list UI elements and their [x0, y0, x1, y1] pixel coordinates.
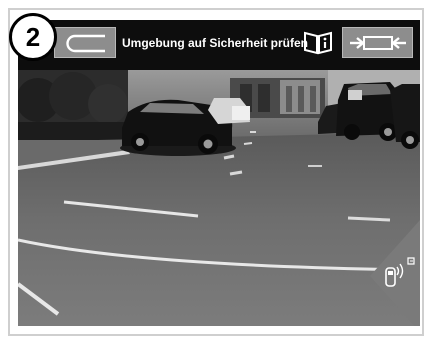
- parking-lot-image: [18, 70, 420, 326]
- rear-camera-view: [18, 70, 420, 326]
- book-info-icon[interactable]: [302, 30, 334, 56]
- display-screen: Umgebung auf Sicherheit prüfen: [18, 20, 420, 326]
- camera-switch-icon: [350, 36, 406, 50]
- top-bar: Umgebung auf Sicherheit prüfen: [18, 20, 420, 70]
- back-arrow-icon: [66, 34, 105, 53]
- screen-title: Umgebung auf Sicherheit prüfen: [122, 36, 309, 50]
- step-number-badge: 2: [9, 13, 57, 61]
- parking-sensor-icon[interactable]: [370, 220, 420, 326]
- back-button[interactable]: [54, 27, 116, 58]
- camera-switch-button[interactable]: [342, 27, 413, 58]
